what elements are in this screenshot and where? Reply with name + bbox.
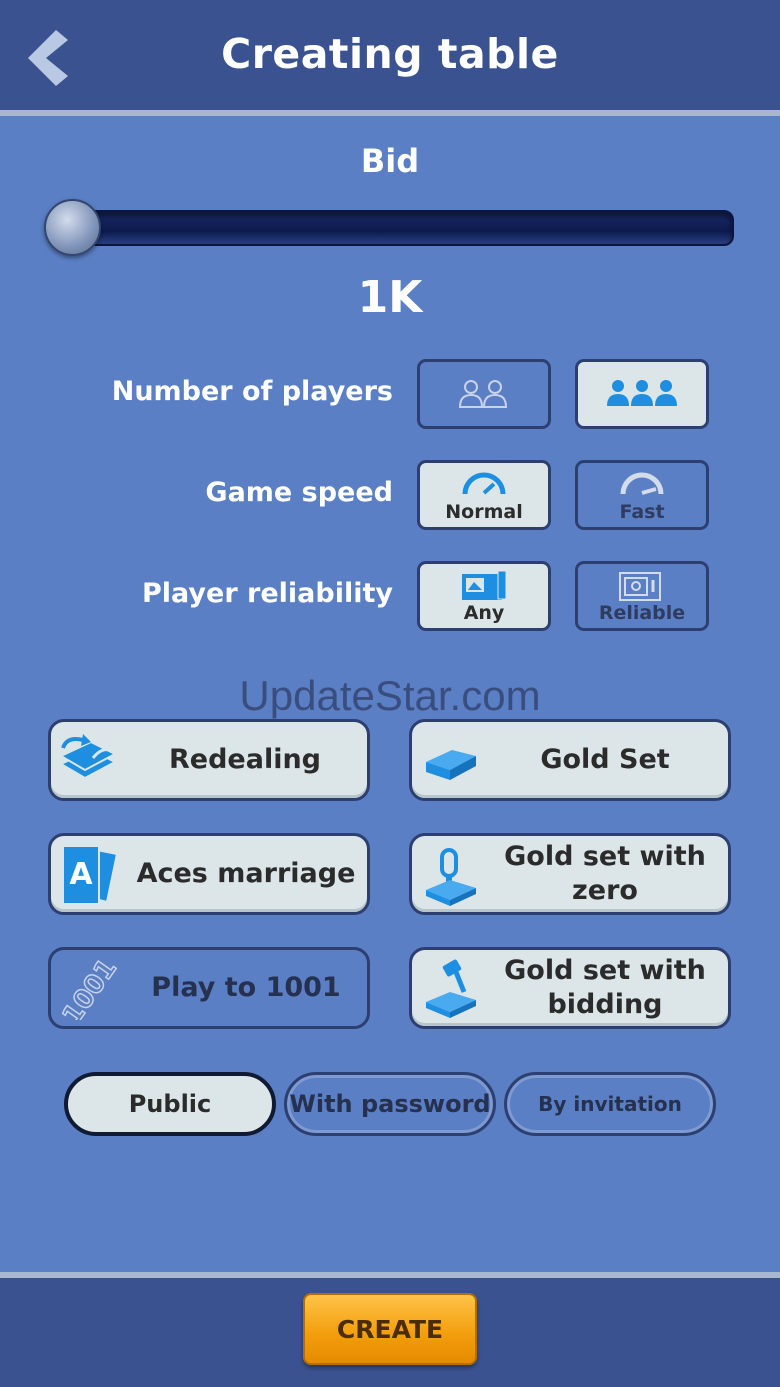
redealing-icon [58,734,118,780]
bid-slider-track[interactable] [52,210,734,246]
redealing-toggle[interactable]: Redealing [48,719,370,801]
gold-set-label: Gold Set [540,744,670,775]
speed-fast-option[interactable]: Fast [575,460,709,530]
players-label: Number of players [111,376,393,407]
speed-normal-label: Normal [445,501,523,523]
redealing-label: Redealing [168,744,322,775]
svg-text:1001: 1001 [57,960,123,1020]
reliability-reliable-label: Reliable [598,602,686,624]
speedometer-icon [462,472,506,495]
speed-fast-label: Fast [619,501,665,523]
three-players-option[interactable] [575,359,709,429]
reliability-label: Player reliability [141,578,393,609]
aces-marriage-toggle[interactable]: A Aces marriage [48,833,370,915]
reliability-any-label: Any [463,602,505,624]
by-invitation-option[interactable]: By invitation [504,1072,716,1136]
two-players-icon [458,380,508,408]
watermark: UpdateStar.com [239,672,541,719]
bid-slider-knob[interactable] [44,199,101,256]
gold-set-zero-toggle[interactable]: Gold set with zero [409,833,731,915]
two-players-option[interactable] [417,359,551,429]
reliability-reliable-option[interactable]: Reliable [575,561,709,631]
gold-set-bidding-toggle[interactable]: Gold set with bidding [409,947,731,1029]
play-to-1001-toggle[interactable]: 1001 Play to 1001 [48,947,370,1029]
svg-text:A: A [69,857,93,892]
gold-set-toggle[interactable]: Gold Set [409,719,731,801]
with-password-option[interactable]: With password [284,1072,496,1136]
gold-bar-icon [426,750,476,780]
safe-icon [619,572,661,601]
speed-label: Game speed [205,477,393,508]
gold-set-zero-label: Gold set with zero [504,841,706,906]
three-players-icon [607,380,677,406]
page-title: Creating table [221,30,559,78]
1001-icon: 1001 [57,960,123,1020]
create-button[interactable]: CREATE [303,1293,477,1365]
gold-set-bidding-label: Gold set with bidding [504,955,706,1020]
ace-cards-icon: A [62,845,119,905]
aces-marriage-label: Aces marriage [136,858,356,889]
bid-label: Bid [360,142,420,180]
public-option[interactable]: Public [64,1072,276,1136]
bid-value: 1K [357,272,423,323]
joystick-icon [426,848,476,906]
certificate-icon [462,570,507,600]
gavel-icon [426,959,476,1018]
reliability-any-option[interactable]: Any [417,561,551,631]
speedometer-fast-icon [620,472,664,495]
speed-normal-option[interactable]: Normal [417,460,551,530]
play-to-1001-label: Play to 1001 [151,972,341,1003]
